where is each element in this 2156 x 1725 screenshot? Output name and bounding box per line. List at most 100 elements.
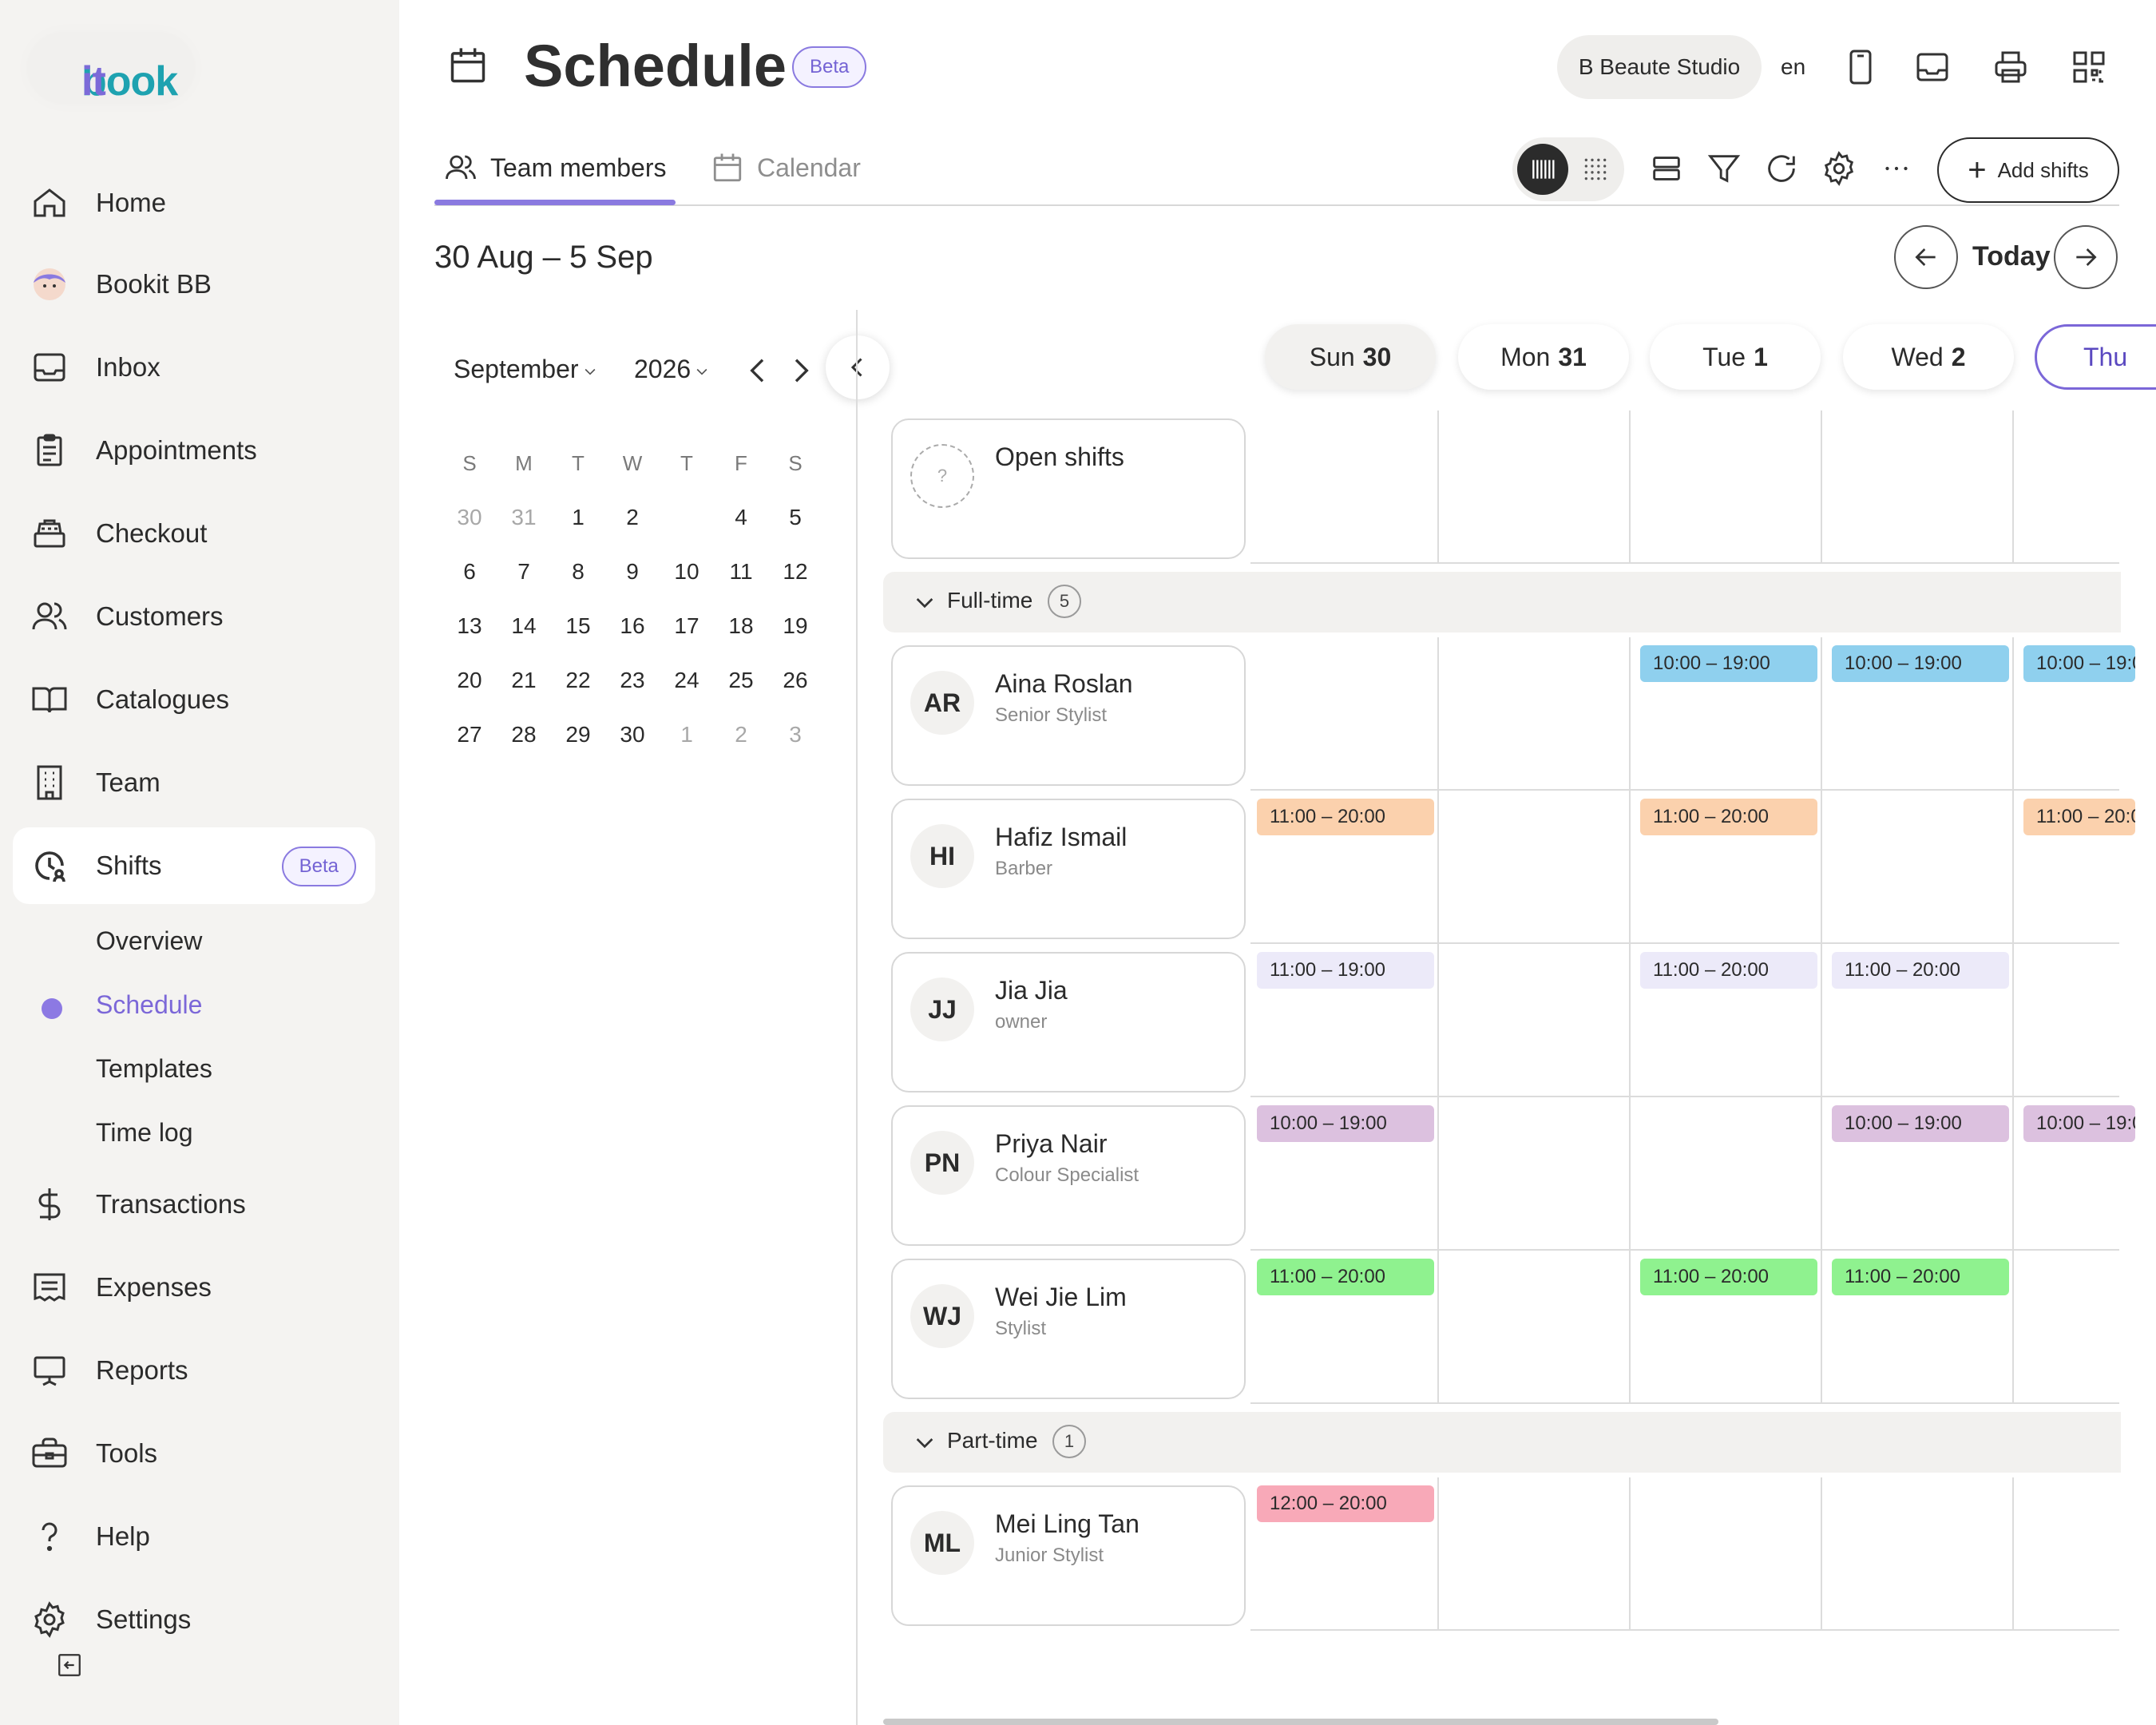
calendar-day[interactable]: 26 xyxy=(768,668,822,693)
sidebar-item-checkout[interactable]: Checkout xyxy=(0,495,399,572)
calendar-day[interactable]: 1 xyxy=(660,722,714,748)
sidebar-item-customers[interactable]: Customers xyxy=(0,578,399,655)
sidebar-item-tools[interactable]: Tools xyxy=(0,1415,399,1492)
sidebar-item-bookit-bb[interactable]: Bookit BB xyxy=(0,246,399,323)
today-button[interactable]: Today xyxy=(1972,241,2051,272)
prev-month-button[interactable] xyxy=(743,353,775,388)
tab-calendar[interactable]: Calendar xyxy=(711,149,861,187)
shift-block[interactable]: 10:00 – 19:00 xyxy=(2023,645,2135,682)
group-header-full-time[interactable]: Full-time 5 xyxy=(883,572,2121,632)
sidebar-item-catalogues[interactable]: Catalogues xyxy=(0,661,399,738)
sidebar-item-reports[interactable]: Reports xyxy=(0,1332,399,1409)
more-options-icon[interactable] xyxy=(1878,150,1915,187)
calendar-day[interactable]: 11 xyxy=(714,559,768,585)
sidebar-subitem-overview[interactable]: Overview xyxy=(96,926,202,956)
sidebar-subitem-time-log[interactable]: Time log xyxy=(96,1118,193,1148)
shift-block[interactable]: 10:00 – 19:00 xyxy=(1640,645,1817,682)
rows-icon[interactable] xyxy=(1648,150,1685,187)
refresh-icon[interactable] xyxy=(1763,150,1800,187)
shift-block[interactable]: 11:00 – 20:00 xyxy=(2023,799,2135,835)
week-view-button[interactable] xyxy=(1517,144,1568,195)
language-selector[interactable]: en xyxy=(1781,54,1805,80)
sidebar-item-inbox[interactable]: Inbox xyxy=(0,329,399,406)
shift-block[interactable]: 10:00 – 19:00 xyxy=(1832,1105,2009,1142)
sidebar-item-settings[interactable]: Settings xyxy=(0,1581,399,1658)
calendar-day[interactable]: 20 xyxy=(442,668,497,693)
calendar-day[interactable]: 31 xyxy=(497,505,551,530)
team-member-card[interactable]: PN Priya Nair Colour Specialist xyxy=(891,1105,1246,1246)
tab-team-members[interactable]: Team members xyxy=(444,149,667,187)
calendar-day[interactable]: 25 xyxy=(714,668,768,693)
shift-block[interactable]: 11:00 – 20:00 xyxy=(1640,952,1817,989)
next-week-button[interactable] xyxy=(2054,225,2118,289)
sidebar-item-team[interactable]: Team xyxy=(0,744,399,821)
calendar-day[interactable]: 9 xyxy=(605,559,660,585)
sidebar-item-appointments[interactable]: Appointments xyxy=(0,412,399,489)
calendar-day[interactable]: 18 xyxy=(714,613,768,639)
add-shifts-button[interactable]: + Add shifts xyxy=(1937,137,2119,203)
shift-block[interactable]: 12:00 – 20:00 xyxy=(1257,1485,1434,1522)
sidebar-subitem-templates[interactable]: Templates xyxy=(96,1054,212,1084)
calendar-day[interactable]: 19 xyxy=(768,613,822,639)
shift-block[interactable]: 10:00 – 19:00 xyxy=(2023,1105,2135,1142)
inbox-icon[interactable] xyxy=(1913,48,1952,86)
next-month-button[interactable] xyxy=(784,353,816,388)
team-member-card[interactable]: WJ Wei Jie Lim Stylist xyxy=(891,1259,1246,1399)
shift-block[interactable]: 10:00 – 19:00 xyxy=(1832,645,2009,682)
shift-block[interactable]: 11:00 – 20:00 xyxy=(1257,799,1434,835)
calendar-day[interactable]: 3 xyxy=(660,493,714,539)
shift-block[interactable]: 11:00 – 20:00 xyxy=(1832,1259,2009,1295)
shift-block[interactable]: 10:00 – 19:00 xyxy=(1257,1105,1434,1142)
calendar-day[interactable]: 24 xyxy=(660,668,714,693)
horizontal-scrollbar[interactable] xyxy=(883,1719,1718,1725)
calendar-day[interactable]: 30 xyxy=(605,722,660,748)
qr-code-icon[interactable] xyxy=(2070,48,2108,86)
team-member-card[interactable]: ML Mei Ling Tan Junior Stylist xyxy=(891,1485,1246,1626)
team-member-card[interactable]: AR Aina Roslan Senior Stylist xyxy=(891,645,1246,786)
open-shifts-row[interactable]: ? Open shifts xyxy=(891,418,1246,559)
calendar-day[interactable]: 2 xyxy=(714,722,768,748)
calendar-day[interactable]: 14 xyxy=(497,613,551,639)
calendar-day[interactable]: 15 xyxy=(551,613,605,639)
day-header-wed[interactable]: Wed 2 xyxy=(1843,324,2014,390)
calendar-day[interactable]: 5 xyxy=(768,505,822,530)
collapse-panel-button[interactable] xyxy=(826,335,890,399)
calendar-day[interactable]: 22 xyxy=(551,668,605,693)
calendar-day[interactable]: 27 xyxy=(442,722,497,748)
calendar-day[interactable]: 12 xyxy=(768,559,822,585)
sidebar-item-expenses[interactable]: Expenses xyxy=(0,1249,399,1326)
sidebar-item-home[interactable]: Home xyxy=(0,165,399,241)
calendar-day[interactable]: 3 xyxy=(768,722,822,748)
gear-icon[interactable] xyxy=(1821,150,1857,187)
sidebar-item-shifts[interactable]: Shifts Beta xyxy=(13,827,375,904)
calendar-day[interactable]: 28 xyxy=(497,722,551,748)
filter-icon[interactable] xyxy=(1706,150,1742,187)
day-header-mon[interactable]: Mon 31 xyxy=(1458,324,1629,390)
bookit-logo[interactable]: book it xyxy=(27,32,195,105)
mobile-icon[interactable] xyxy=(1841,48,1880,86)
printer-icon[interactable] xyxy=(1992,48,2030,86)
day-header-thu[interactable]: Thu xyxy=(2035,324,2156,390)
sidebar-collapse-icon[interactable] xyxy=(56,1652,83,1679)
team-member-card[interactable]: HI Hafiz Ismail Barber xyxy=(891,799,1246,939)
calendar-day[interactable]: 10 xyxy=(660,559,714,585)
sidebar-item-transactions[interactable]: Transactions xyxy=(0,1166,399,1243)
team-member-card[interactable]: JJ Jia Jia owner xyxy=(891,952,1246,1092)
previous-week-button[interactable] xyxy=(1894,225,1958,289)
sidebar-subitem-schedule[interactable]: Schedule xyxy=(96,990,202,1020)
shift-block[interactable]: 11:00 – 20:00 xyxy=(1257,1259,1434,1295)
calendar-day[interactable]: 4 xyxy=(714,505,768,530)
year-selector[interactable]: 2026 xyxy=(634,355,710,384)
day-header-tue[interactable]: Tue 1 xyxy=(1650,324,1821,390)
calendar-day[interactable]: 6 xyxy=(442,559,497,585)
shift-block[interactable]: 11:00 – 20:00 xyxy=(1640,1259,1817,1295)
calendar-day[interactable]: 21 xyxy=(497,668,551,693)
calendar-day[interactable]: 7 xyxy=(497,559,551,585)
calendar-day[interactable]: 2 xyxy=(605,505,660,530)
shift-block[interactable]: 11:00 – 20:00 xyxy=(1832,952,2009,989)
calendar-day[interactable]: 23 xyxy=(605,668,660,693)
calendar-day[interactable]: 17 xyxy=(660,613,714,639)
shift-block[interactable]: 11:00 – 19:00 xyxy=(1257,952,1434,989)
studio-selector[interactable]: B Beaute Studio xyxy=(1557,35,1762,99)
calendar-day[interactable]: 1 xyxy=(551,505,605,530)
